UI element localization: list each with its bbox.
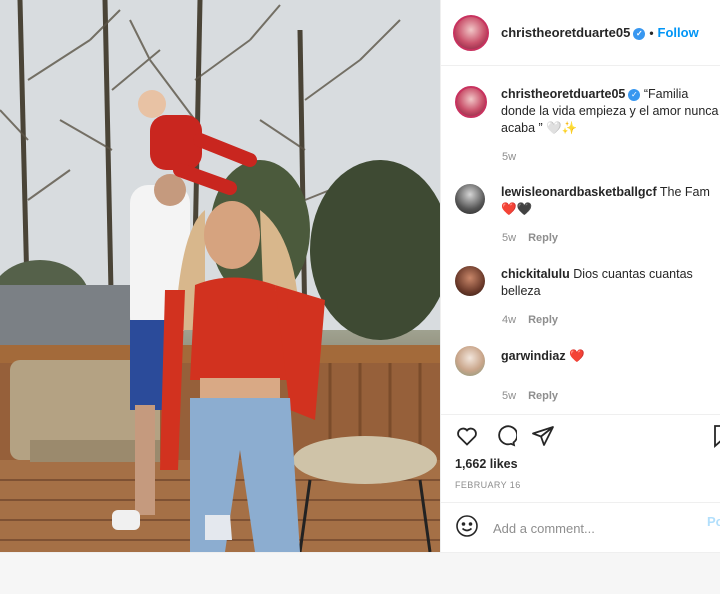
comment-time: 5w [502,390,517,402]
verified-badge-icon: ✓ [633,27,646,40]
separator-dot: • [649,26,654,40]
comment-time: 4w [502,314,517,326]
comment-username[interactable]: garwindiaz [501,349,566,363]
reply-button[interactable]: Reply [528,314,558,326]
comment-item: garwindiaz ❤️ 5w Reply [455,346,720,402]
comment-text: ❤️ [569,349,585,363]
post-side-panel: christheoretduarte05 ✓ • Follow christheore… [440,0,720,552]
author-username[interactable]: christheoretduarte05 ✓ • Follow [501,25,699,40]
commenter-avatar[interactable] [455,184,485,214]
reply-button[interactable]: Reply [528,390,558,402]
add-comment-divider [441,502,720,503]
photo-illustration [0,0,440,552]
comment-item: lewisleonardbasketballgcf The Fam ❤️🖤 5w… [455,184,720,244]
post-date: FEBRUARY 16 [455,480,521,490]
post-photo[interactable] [0,0,440,552]
commenter-avatar[interactable] [455,266,485,296]
comment-username[interactable]: chickitalulu [501,267,570,281]
share-icon[interactable] [531,424,555,448]
author-username-text[interactable]: christheoretduarte05 [501,25,630,40]
post-actions [455,424,555,448]
follow-button[interactable]: Follow [658,25,699,40]
actions-divider [441,414,720,415]
caption: christheoretduarte05 ✓ “Familia donde la … [455,86,720,163]
caption-avatar[interactable] [455,86,487,118]
post-header: christheoretduarte05 ✓ • Follow [441,0,720,66]
comment-icon[interactable] [493,424,517,448]
commenter-avatar[interactable] [455,346,485,376]
caption-username[interactable]: christheoretduarte05 [501,87,625,101]
comment-username[interactable]: lewisleonardbasketballgcf [501,185,657,199]
bookmark-icon[interactable] [713,424,720,453]
comment-item: chickitalulu Dios cuantas cuantas bellez… [455,266,720,326]
caption-verified-icon: ✓ [628,88,641,101]
caption-time: 5w [502,151,517,163]
comment-time: 5w [502,232,517,244]
add-comment-input[interactable] [493,521,693,536]
author-avatar[interactable] [453,14,489,51]
heart-icon[interactable] [455,424,479,448]
emoji-icon[interactable] [455,514,479,543]
add-comment-bar: Post [455,514,720,543]
like-count[interactable]: 1,662 likes [455,457,518,471]
post-comment-button[interactable]: Post [707,514,720,529]
bottom-strip [0,552,720,594]
reply-button[interactable]: Reply [528,232,558,244]
